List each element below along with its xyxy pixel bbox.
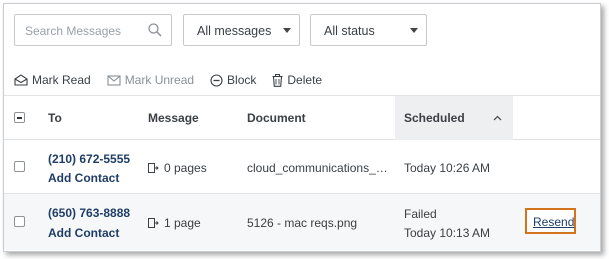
page-count-label: 0 pages xyxy=(164,161,207,175)
table-row[interactable]: (210) 672-5555 Add Contact 0 pages cloud… xyxy=(4,140,600,194)
page-forward-icon xyxy=(148,217,159,228)
row-checkbox[interactable] xyxy=(14,161,25,172)
search-input[interactable]: Search Messages xyxy=(14,14,172,46)
page-count: 0 pages xyxy=(148,161,207,175)
block-icon xyxy=(210,73,223,87)
mark-read-button[interactable]: Mark Read xyxy=(14,73,91,87)
table-header: To Message Document Scheduled xyxy=(4,96,600,140)
resend-link[interactable]: Resend xyxy=(533,215,574,229)
document-name[interactable]: cloud_communications_… xyxy=(247,161,388,175)
page-count-label: 1 page xyxy=(164,216,201,230)
chevron-down-icon xyxy=(283,28,291,33)
scheduled-time: Today 10:13 AM xyxy=(404,226,491,240)
mark-unread-label: Mark Unread xyxy=(124,73,195,87)
header-message[interactable]: Message xyxy=(148,96,199,140)
chevron-up-icon[interactable] xyxy=(493,115,502,121)
action-bar: Mark Read Mark Unread Block Delete xyxy=(14,71,338,89)
block-button[interactable]: Block xyxy=(210,73,256,87)
row-checkbox[interactable] xyxy=(14,216,25,227)
chevron-down-icon xyxy=(410,28,418,33)
header-document[interactable]: Document xyxy=(247,96,306,140)
envelope-open-icon xyxy=(14,74,28,86)
mark-unread-button[interactable]: Mark Unread xyxy=(107,73,194,87)
delete-button[interactable]: Delete xyxy=(272,73,322,87)
status-value: All status xyxy=(324,24,375,38)
status-failed: Failed xyxy=(404,207,437,221)
message-type-value: All messages xyxy=(197,24,272,38)
trash-icon xyxy=(272,73,283,87)
mark-read-label: Mark Read xyxy=(32,73,91,87)
messages-panel: Search Messages All messages All status … xyxy=(3,3,601,252)
add-contact-link[interactable]: Add Contact xyxy=(48,226,119,240)
phone-number[interactable]: (650) 763-8888 xyxy=(48,206,130,220)
phone-number[interactable]: (210) 672-5555 xyxy=(48,152,130,166)
page-count: 1 page xyxy=(148,216,201,230)
search-placeholder: Search Messages xyxy=(25,24,122,38)
block-label: Block xyxy=(227,73,257,87)
select-all-checkbox[interactable] xyxy=(14,112,25,123)
document-name[interactable]: 5126 - mac reqs.png xyxy=(247,216,357,230)
message-type-select[interactable]: All messages xyxy=(183,14,300,46)
header-to[interactable]: To xyxy=(48,96,62,140)
status-select[interactable]: All status xyxy=(310,14,427,46)
search-icon[interactable] xyxy=(147,22,163,38)
add-contact-link[interactable]: Add Contact xyxy=(48,171,119,185)
page-forward-icon xyxy=(148,162,159,173)
resend-button-highlight: Resend xyxy=(525,208,576,234)
table-row[interactable]: (650) 763-8888 Add Contact 1 page 5126 -… xyxy=(4,194,600,250)
envelope-icon xyxy=(107,74,121,86)
delete-label: Delete xyxy=(287,73,323,87)
header-scheduled[interactable]: Scheduled xyxy=(404,96,465,140)
scheduled-time: Today 10:26 AM xyxy=(404,161,491,175)
